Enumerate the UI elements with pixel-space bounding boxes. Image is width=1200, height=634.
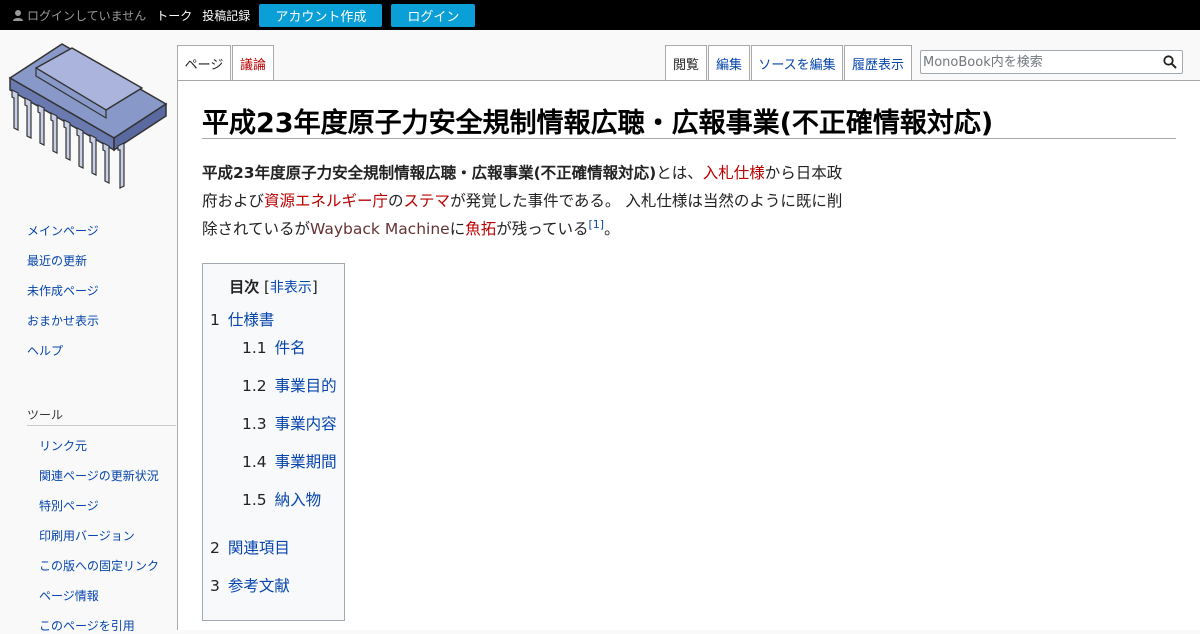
link-gyotaku[interactable]: 魚拓 <box>465 220 496 238</box>
table-of-contents: 目次 [非表示] 1 仕様書 1.1 件名 1.2 事業目的 1.3 事業内容 1.4 事… <box>202 263 345 621</box>
search-input[interactable] <box>923 53 1161 71</box>
title-divider <box>202 138 1176 139</box>
toc-item-period[interactable]: 1.4 事業期間 <box>242 450 337 472</box>
intro-text: に <box>449 220 466 238</box>
toc-link[interactable]: 仕様書 <box>228 311 275 329</box>
personal-toolbar: ログインしていません トーク 投稿記録 アカウント作成 ログイン <box>0 0 1200 30</box>
toc-item-purpose[interactable]: 1.2 事業目的 <box>242 374 337 396</box>
sidebar-item-recent-changes[interactable]: 最近の更新 <box>27 252 87 269</box>
tools-item-printable-version[interactable]: 印刷用バージョン <box>39 527 135 544</box>
intro-text: 。 <box>604 220 620 238</box>
link-stealth-marketing[interactable]: ステマ <box>404 192 451 210</box>
tools-item-special-pages[interactable]: 特別ページ <box>39 497 99 514</box>
contributions-link[interactable]: 投稿記録 <box>202 7 250 24</box>
toc-title: 目次 <box>229 278 260 296</box>
toc-number: 1.1 <box>242 339 267 357</box>
not-logged-in-status: ログインしていません <box>12 7 146 24</box>
toc-link[interactable]: 参考文献 <box>228 577 290 595</box>
toc-link[interactable]: 事業期間 <box>275 453 337 471</box>
toc-item-subject[interactable]: 1.1 件名 <box>242 336 306 358</box>
content-area: 平成23年度原子力安全規制情報広聴・広報事業(不正確情報対応) 平成23年度原子… <box>177 80 1200 630</box>
toc-number: 1.5 <box>242 491 267 509</box>
site-logo[interactable] <box>6 38 170 190</box>
user-icon <box>13 10 23 21</box>
talk-link[interactable]: トーク <box>156 7 192 24</box>
tools-item-page-info[interactable]: ページ情報 <box>39 587 99 604</box>
tools-item-what-links-here[interactable]: リンク元 <box>39 437 87 454</box>
toc-link[interactable]: 事業内容 <box>275 415 337 433</box>
reference-1[interactable]: [1] <box>588 218 604 231</box>
toc-link[interactable]: 関連項目 <box>228 539 290 557</box>
intro-bold-term: 平成23年度原子力安全規制情報広聴・広報事業(不正確情報対応) <box>202 164 657 182</box>
not-logged-in-label: ログインしていません <box>27 8 147 23</box>
toc-item-references[interactable]: 3 参考文献 <box>210 574 290 596</box>
sidebar-item-main-page[interactable]: メインページ <box>27 222 99 239</box>
toc-header: 目次 [非表示] <box>203 276 344 297</box>
sidebar-item-wanted-pages[interactable]: 未作成ページ <box>27 282 99 299</box>
tab-edit-source[interactable]: ソースを編集 <box>751 45 843 80</box>
link-wayback-machine[interactable]: Wayback Machine <box>310 220 450 238</box>
toc-number: 2 <box>210 539 220 557</box>
tab-edit[interactable]: 編集 <box>708 45 750 80</box>
link-bid-specs[interactable]: 入札仕様 <box>703 164 765 182</box>
toc-hide-toggle[interactable]: 非表示 <box>270 280 312 296</box>
login-button[interactable]: ログイン <box>391 3 476 27</box>
toc-item-deliverables[interactable]: 1.5 納入物 <box>242 488 321 510</box>
intro-text: が残っている <box>496 220 589 238</box>
link-anre[interactable]: 資源エネルギー庁 <box>264 192 388 210</box>
page-title: 平成23年度原子力安全規制情報広聴・広報事業(不正確情報対応) <box>202 108 994 139</box>
toc-number: 3 <box>210 577 220 595</box>
tab-page[interactable]: ページ <box>177 45 231 80</box>
tools-divider <box>27 425 176 426</box>
toc-link[interactable]: 件名 <box>275 339 306 357</box>
toc-number: 1.3 <box>242 415 267 433</box>
search-box <box>920 50 1183 74</box>
search-icon[interactable] <box>1163 55 1177 69</box>
tab-discussion[interactable]: 議論 <box>232 45 274 80</box>
toc-number: 1.4 <box>242 453 267 471</box>
toc-item-related[interactable]: 2 関連項目 <box>210 536 290 558</box>
tools-item-related-changes[interactable]: 関連ページの更新状況 <box>39 467 159 484</box>
intro-text: とは、 <box>656 164 703 182</box>
toc-link[interactable]: 納入物 <box>275 491 322 509</box>
sidebar-item-help[interactable]: ヘルプ <box>27 342 63 359</box>
tab-history[interactable]: 履歴表示 <box>844 45 912 80</box>
toc-bracket-close: ] <box>311 278 318 296</box>
tab-read[interactable]: 閲覧 <box>665 45 707 80</box>
toc-link[interactable]: 事業目的 <box>275 377 337 395</box>
tools-item-cite-page[interactable]: このページを引用 <box>39 617 135 634</box>
tools-item-permanent-link[interactable]: この版への固定リンク <box>39 557 159 574</box>
create-account-button[interactable]: アカウント作成 <box>259 3 383 27</box>
toc-item-content[interactable]: 1.3 事業内容 <box>242 412 337 434</box>
toc-item-specs[interactable]: 1 仕様書 <box>210 308 274 330</box>
toc-number: 1.2 <box>242 377 267 395</box>
sidebar-item-random-page[interactable]: おまかせ表示 <box>27 312 99 329</box>
tools-heading: ツール <box>27 408 64 422</box>
intro-paragraph: 平成23年度原子力安全規制情報広聴・広報事業(不正確情報対応)とは、入札仕様から… <box>202 159 852 243</box>
toc-number: 1 <box>210 311 220 329</box>
intro-text: の <box>388 192 404 210</box>
